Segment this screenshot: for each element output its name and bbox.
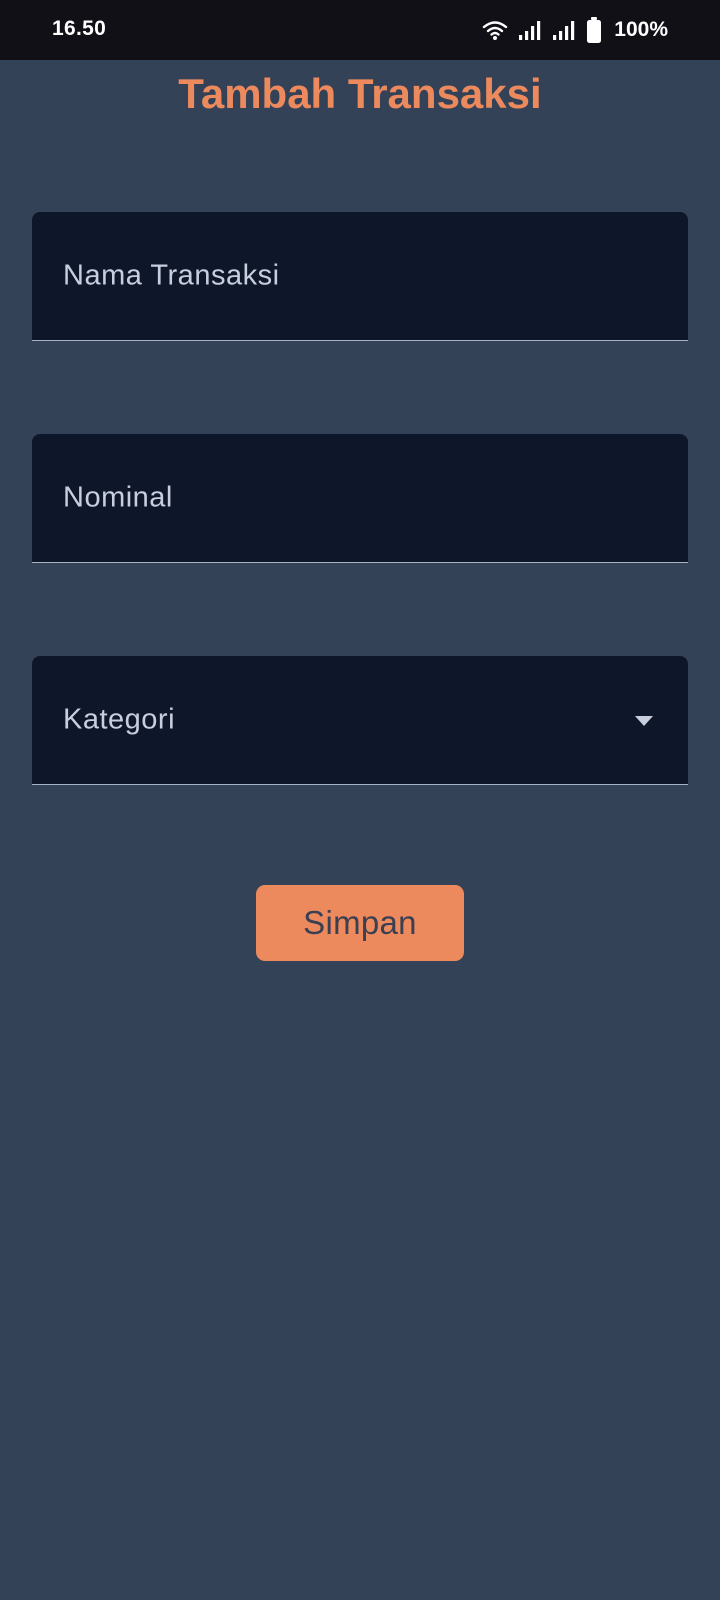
signal-icon <box>552 19 576 41</box>
chevron-down-icon[interactable] <box>634 714 654 726</box>
status-icons: 100% <box>482 16 668 44</box>
status-bar: 16.50 100% <box>0 0 720 60</box>
save-button[interactable]: Simpan <box>256 885 464 961</box>
amount-field-placeholder: Nominal <box>63 481 173 514</box>
battery-icon <box>586 17 602 43</box>
status-time: 16.50 <box>52 17 107 40</box>
page-title: Tambah Transaksi <box>178 70 542 117</box>
category-dropdown[interactable]: Kategori <box>32 656 688 785</box>
amount-field[interactable]: Nominal <box>32 434 688 563</box>
name-field-placeholder: Nama Transaksi <box>63 259 280 292</box>
category-dropdown-placeholder: Kategori <box>63 703 176 736</box>
signal-icon <box>518 19 542 41</box>
name-field[interactable]: Nama Transaksi <box>32 212 688 341</box>
wifi-icon <box>482 19 508 41</box>
battery-percentage: 100% <box>614 18 668 41</box>
